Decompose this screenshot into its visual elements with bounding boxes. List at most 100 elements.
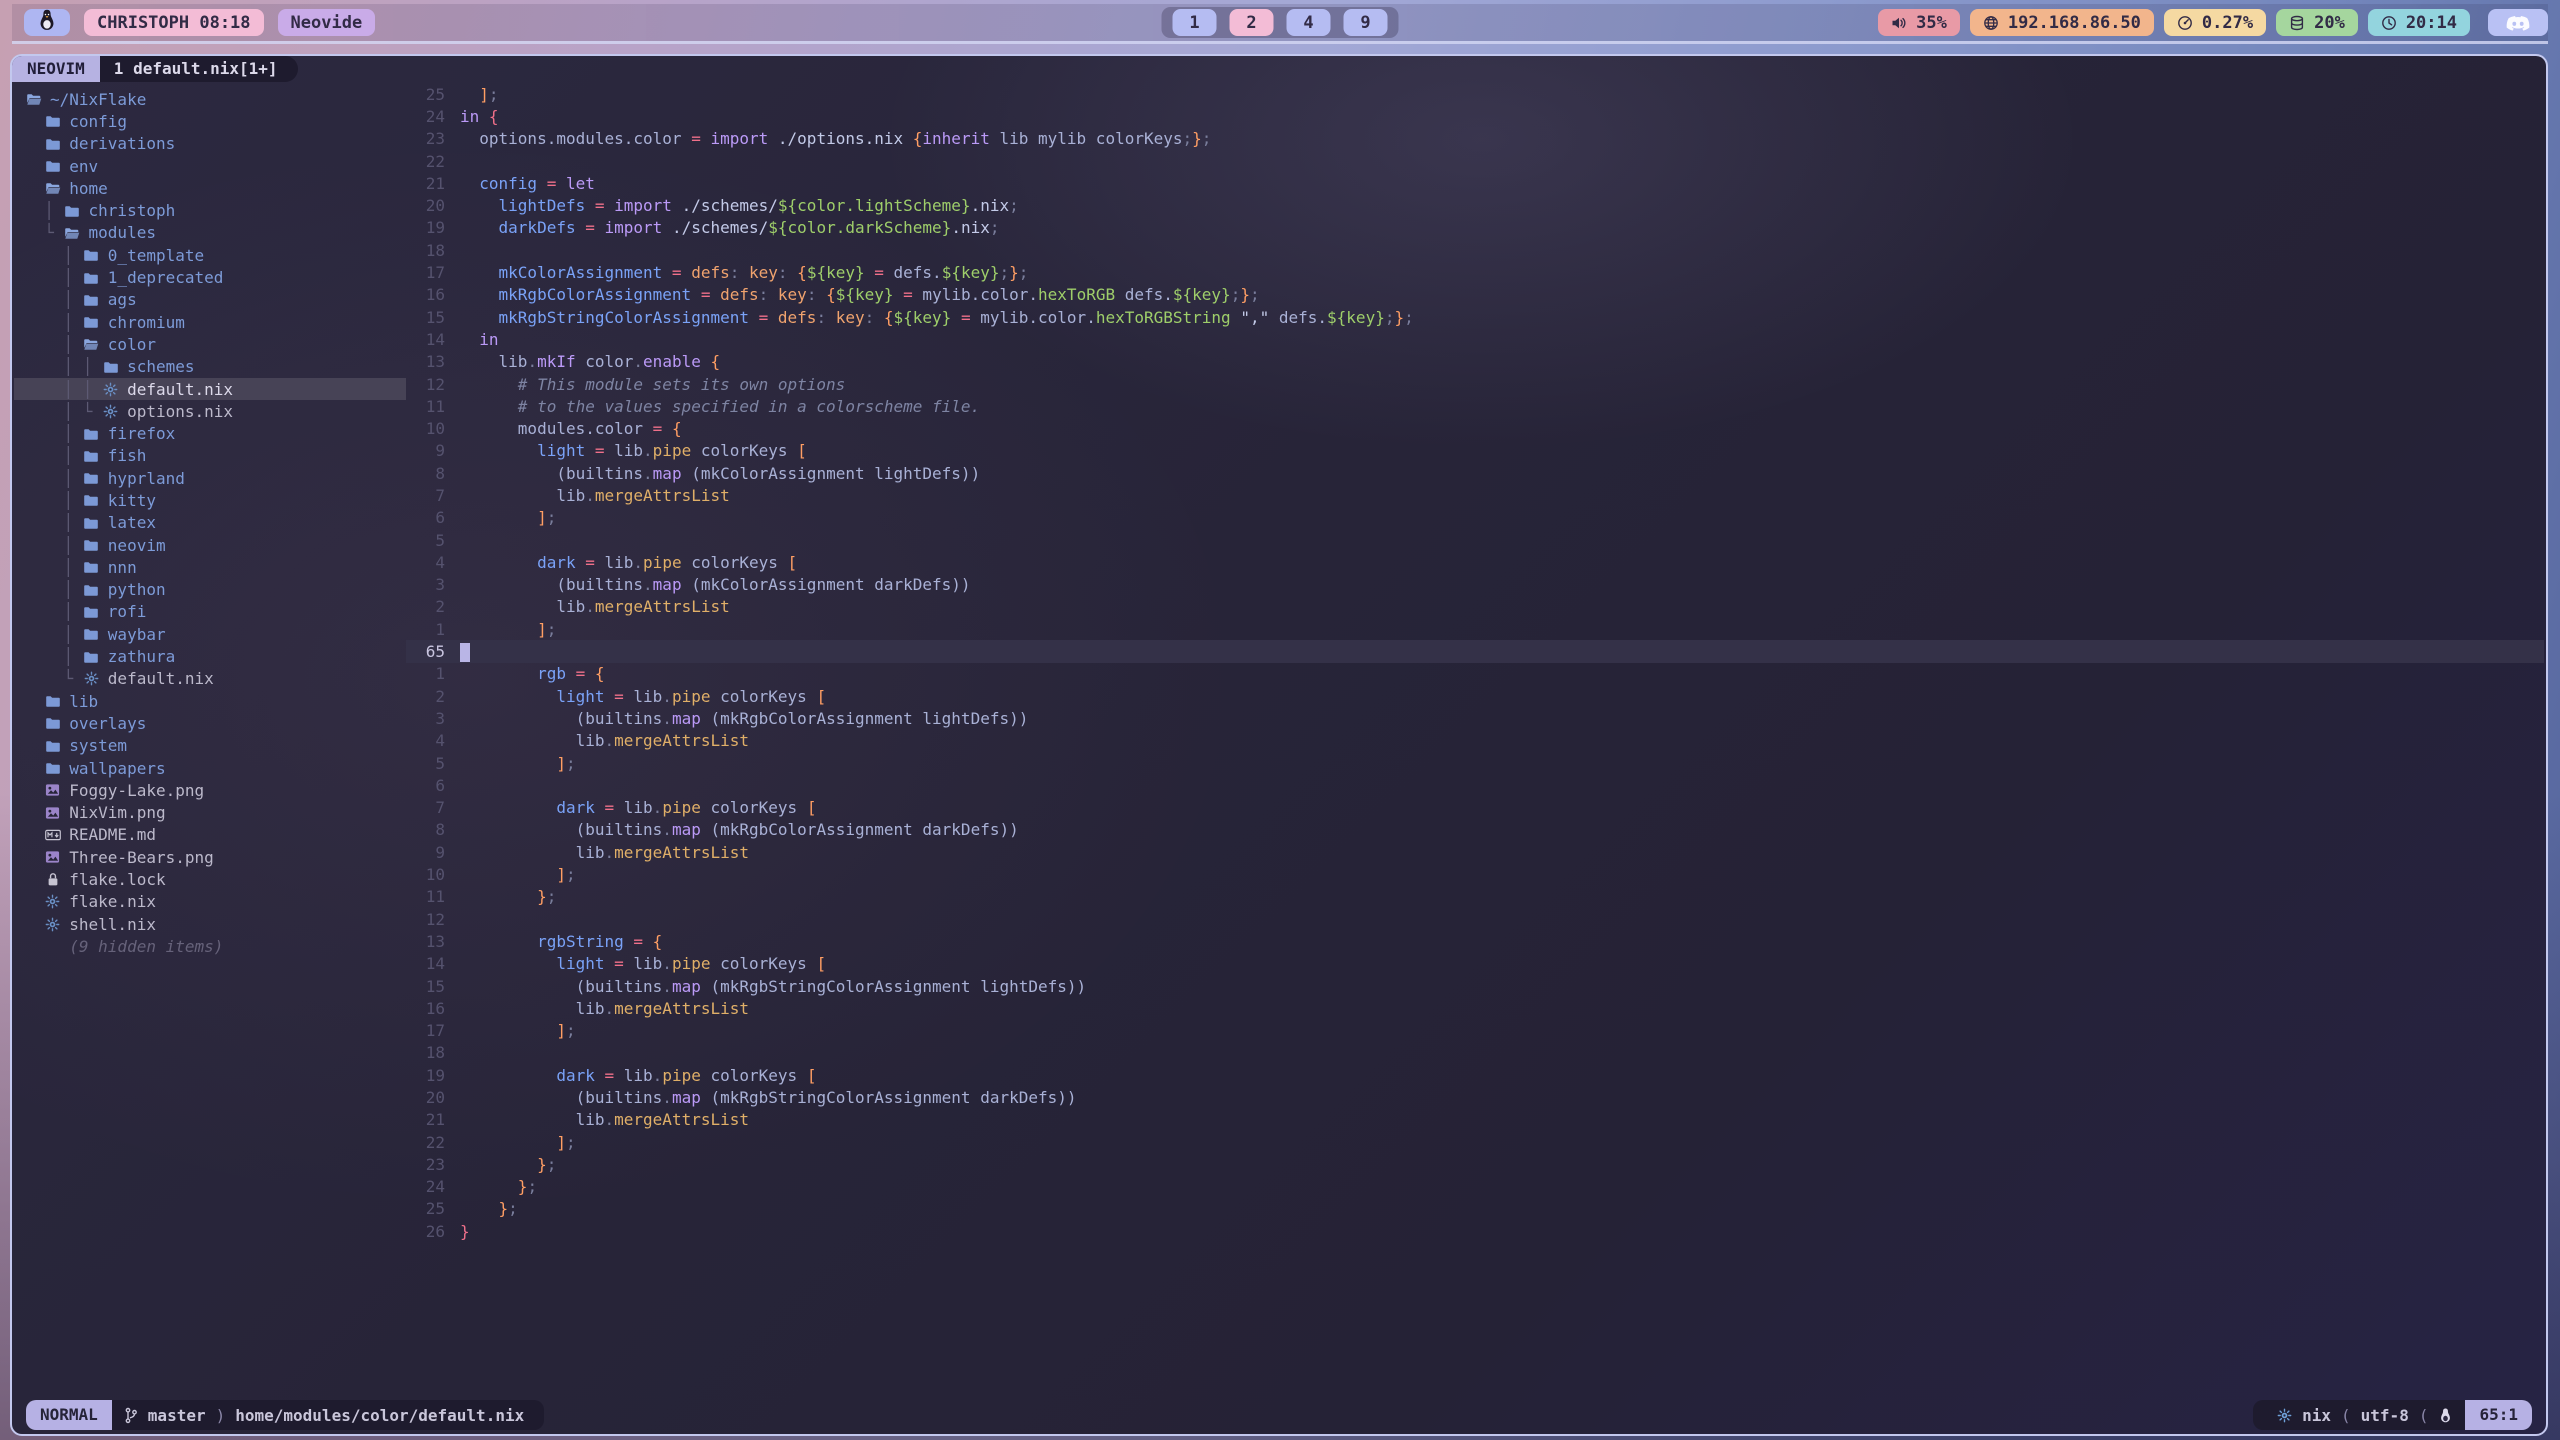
code-line[interactable]: 7 lib.mergeAttrsList (406, 484, 2544, 506)
code-line[interactable]: 9 light = lib.pipe colorKeys [ (406, 440, 2544, 462)
workspace-button-1[interactable]: 1 (1173, 9, 1217, 36)
tab-default-nix[interactable]: 1 default.nix[1+] (100, 56, 298, 82)
tree-item-color[interactable]: │ color (14, 333, 406, 355)
tree-item-waybar[interactable]: │ waybar (14, 623, 406, 645)
code-line[interactable]: 14 in (406, 328, 2544, 350)
code-line[interactable]: 18 (406, 1042, 2544, 1064)
tree-item-config[interactable]: config (14, 110, 406, 132)
code-line[interactable]: 22 (406, 150, 2544, 172)
status-pill-cpu[interactable]: 0.27% (2164, 9, 2266, 36)
tree-item-rofi[interactable]: │ rofi (14, 601, 406, 623)
tree-item-default.nix[interactable]: │ │ default.nix (14, 378, 406, 400)
tree-item-latex[interactable]: │ latex (14, 512, 406, 534)
tree-item-nixvim.png[interactable]: NixVim.png (14, 802, 406, 824)
tree-item-kitty[interactable]: │ kitty (14, 489, 406, 511)
tree-item-default.nix[interactable]: └ default.nix (14, 668, 406, 690)
code-line[interactable]: 11 }; (406, 886, 2544, 908)
tree-item-lib[interactable]: lib (14, 690, 406, 712)
code-line[interactable]: 16 mkRgbColorAssignment = defs: key: {${… (406, 284, 2544, 306)
code-line[interactable]: 5 ]; (406, 752, 2544, 774)
tree-item-env[interactable]: env (14, 155, 406, 177)
code-line[interactable]: 22 ]; (406, 1131, 2544, 1153)
code-line[interactable]: 3 (builtins.map (mkColorAssignment darkD… (406, 574, 2544, 596)
code-line[interactable]: 20 (builtins.map (mkRgbStringColorAssign… (406, 1086, 2544, 1108)
code-line[interactable]: 9 lib.mergeAttrsList (406, 841, 2544, 863)
tree-item-chromium[interactable]: │ chromium (14, 311, 406, 333)
tree-item-nnn[interactable]: │ nnn (14, 556, 406, 578)
code-line[interactable]: 12 # This module sets its own options (406, 373, 2544, 395)
tree-item-readme.md[interactable]: README.md (14, 824, 406, 846)
tree-item-schemes[interactable]: │ │ schemes (14, 356, 406, 378)
code-line[interactable]: 20 lightDefs = import ./schemes/${color.… (406, 194, 2544, 216)
code-line[interactable]: 18 (406, 239, 2544, 261)
tree-item-flake.lock[interactable]: flake.lock (14, 868, 406, 890)
code-line[interactable]: 21 lib.mergeAttrsList (406, 1109, 2544, 1131)
code-line[interactable]: 1 rgb = { (406, 663, 2544, 685)
tree-item-fish[interactable]: │ fish (14, 445, 406, 467)
tree-item-flake.nix[interactable]: flake.nix (14, 891, 406, 913)
linux-launcher-button[interactable] (24, 9, 70, 36)
tree-item-modules[interactable]: └ modules (14, 222, 406, 244)
tree-item-system[interactable]: system (14, 735, 406, 757)
code-line[interactable]: 4 lib.mergeAttrsList (406, 730, 2544, 752)
code-line[interactable]: 25 ]; (406, 83, 2544, 105)
status-pill-volume[interactable]: 35% (1878, 9, 1960, 36)
code-line[interactable]: 13 rgbString = { (406, 930, 2544, 952)
tree-item-hyprland[interactable]: │ hyprland (14, 467, 406, 489)
code-line[interactable]: 3 (builtins.map (mkRgbColorAssignment li… (406, 707, 2544, 729)
code-line[interactable]: 23 options.modules.color = import ./opti… (406, 128, 2544, 150)
code-line[interactable]: 24in { (406, 105, 2544, 127)
discord-tray-icon[interactable] (2488, 9, 2548, 36)
tree-item-ags[interactable]: │ ags (14, 289, 406, 311)
code-line[interactable]: 8 (builtins.map (mkRgbColorAssignment da… (406, 819, 2544, 841)
code-line[interactable]: 12 (406, 908, 2544, 930)
code-line[interactable]: 24 }; (406, 1176, 2544, 1198)
tree-item-christoph[interactable]: │ christoph (14, 199, 406, 221)
tree-item-three-bears.png[interactable]: Three-Bears.png (14, 846, 406, 868)
tree-item-derivations[interactable]: derivations (14, 133, 406, 155)
code-line[interactable]: 7 dark = lib.pipe colorKeys [ (406, 797, 2544, 819)
code-line[interactable]: 16 lib.mergeAttrsList (406, 997, 2544, 1019)
code-line[interactable]: 11 # to the values specified in a colors… (406, 395, 2544, 417)
code-line[interactable]: 17 ]; (406, 1019, 2544, 1041)
tree-item-zathura[interactable]: │ zathura (14, 645, 406, 667)
tree-item-python[interactable]: │ python (14, 579, 406, 601)
code-line[interactable]: 8 (builtins.map (mkColorAssignment light… (406, 462, 2544, 484)
status-pill-disk[interactable]: 20% (2276, 9, 2358, 36)
code-line[interactable]: 6 ]; (406, 507, 2544, 529)
tree-item-home[interactable]: home (14, 177, 406, 199)
code-line[interactable]: 19 darkDefs = import ./schemes/${color.d… (406, 217, 2544, 239)
workspace-button-4[interactable]: 4 (1287, 9, 1331, 36)
code-line[interactable]: 1 ]; (406, 618, 2544, 640)
active-app-pill[interactable]: Neovide (278, 9, 376, 36)
code-line[interactable]: 19 dark = lib.pipe colorKeys [ (406, 1064, 2544, 1086)
code-line[interactable]: 26} (406, 1220, 2544, 1242)
tree-item-shell.nix[interactable]: shell.nix (14, 913, 406, 935)
workspace-button-2[interactable]: 2 (1230, 9, 1274, 36)
editor-buffer[interactable]: 25 ];24in {23 options.modules.color = im… (406, 83, 2544, 1242)
code-line[interactable]: 2 light = lib.pipe colorKeys [ (406, 685, 2544, 707)
code-line[interactable]: 23 }; (406, 1153, 2544, 1175)
code-line[interactable]: 10 modules.color = { (406, 417, 2544, 439)
code-line[interactable]: 10 ]; (406, 863, 2544, 885)
tree-item-foggy-lake.png[interactable]: Foggy-Lake.png (14, 779, 406, 801)
tree-item-firefox[interactable]: │ firefox (14, 422, 406, 444)
workspace-button-9[interactable]: 9 (1344, 9, 1388, 36)
code-line-current[interactable]: 65 (406, 640, 2544, 662)
status-pill-network[interactable]: 192.168.86.50 (1970, 9, 2154, 36)
tree-item-neovim[interactable]: │ neovim (14, 534, 406, 556)
code-line[interactable]: 21 config = let (406, 172, 2544, 194)
code-line[interactable]: 15 (builtins.map (mkRgbStringColorAssign… (406, 975, 2544, 997)
tree-item-1deprecated[interactable]: │ 1_deprecated (14, 266, 406, 288)
tree-item-wallpapers[interactable]: wallpapers (14, 757, 406, 779)
code-line[interactable]: 17 mkColorAssignment = defs: key: {${key… (406, 261, 2544, 283)
host-clock-pill[interactable]: CHRISTOPH 08:18 (84, 9, 264, 36)
tree-item-9hiddenitems[interactable]: (9 hidden items) (14, 935, 406, 957)
tree-item-0template[interactable]: │ 0_template (14, 244, 406, 266)
code-line[interactable]: 25 }; (406, 1198, 2544, 1220)
code-line[interactable]: 6 (406, 774, 2544, 796)
code-line[interactable]: 4 dark = lib.pipe colorKeys [ (406, 551, 2544, 573)
code-line[interactable]: 2 lib.mergeAttrsList (406, 596, 2544, 618)
code-line[interactable]: 15 mkRgbStringColorAssignment = defs: ke… (406, 306, 2544, 328)
code-line[interactable]: 5 (406, 529, 2544, 551)
